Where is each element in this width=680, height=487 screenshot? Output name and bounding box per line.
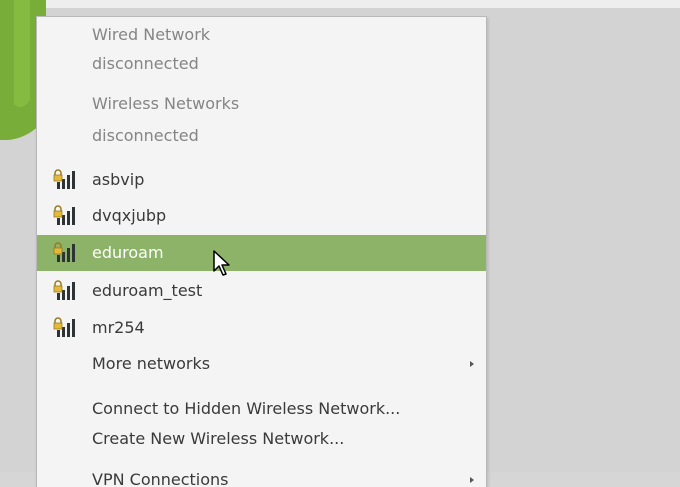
vpn-connections-menu-item[interactable]: VPN Connections	[37, 462, 486, 487]
network-item-label: dvqxjubp	[92, 206, 167, 225]
network-item-asbvip[interactable]: asbvip	[37, 162, 486, 198]
wireless-networks-header: Wireless Networks	[37, 86, 486, 122]
submenu-arrow-icon	[470, 361, 474, 367]
locked-wifi-signal-icon	[53, 317, 75, 337]
wired-network-status-label: disconnected	[92, 54, 199, 73]
network-item-label: eduroam_test	[92, 281, 203, 300]
locked-wifi-signal-icon	[53, 242, 75, 262]
locked-wifi-signal-icon	[53, 169, 75, 189]
wireless-networks-header-label: Wireless Networks	[92, 94, 240, 113]
vpn-connections-label: VPN Connections	[92, 470, 229, 487]
more-networks-menu-item[interactable]: More networks	[37, 346, 486, 382]
wireless-networks-status-label: disconnected	[92, 126, 199, 145]
desktop-top-strip	[0, 0, 680, 8]
create-new-network-menu-item[interactable]: Create New Wireless Network...	[37, 421, 486, 457]
network-menu: Wired Network disconnected Wireless Netw…	[36, 16, 487, 487]
locked-wifi-signal-icon	[53, 280, 75, 300]
locked-wifi-signal-icon	[53, 205, 75, 225]
wired-network-status: disconnected	[37, 46, 486, 82]
network-item-label: asbvip	[92, 170, 145, 189]
network-item-label: eduroam	[92, 243, 164, 262]
network-item-eduroam-test[interactable]: eduroam_test	[37, 273, 486, 309]
more-networks-label: More networks	[92, 354, 211, 373]
network-item-label: mr254	[92, 318, 145, 337]
wireless-networks-status: disconnected	[37, 118, 486, 154]
network-item-mr254[interactable]: mr254	[37, 310, 486, 346]
mouse-cursor-icon	[213, 250, 230, 276]
network-item-eduroam[interactable]: eduroam	[37, 235, 486, 271]
network-item-dvqxjubp[interactable]: dvqxjubp	[37, 198, 486, 234]
submenu-arrow-icon	[470, 477, 474, 483]
create-new-network-label: Create New Wireless Network...	[92, 429, 345, 448]
